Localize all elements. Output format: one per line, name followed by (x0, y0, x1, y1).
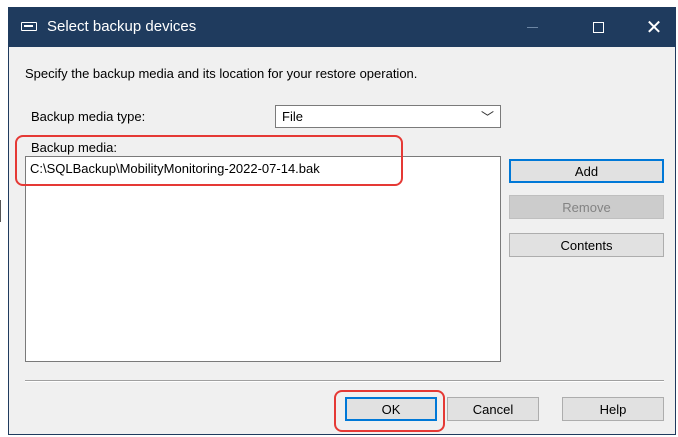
cancel-button[interactable]: Cancel (447, 397, 539, 421)
maximize-button[interactable] (575, 8, 621, 47)
add-button[interactable]: Add (509, 159, 664, 183)
chevron-down-icon: ﹀ (480, 110, 494, 125)
minimize-button[interactable] (509, 8, 555, 47)
contents-button[interactable]: Contents (509, 233, 664, 257)
footer-divider (25, 380, 664, 382)
close-button[interactable]: ✕ (631, 8, 677, 47)
minimize-icon (526, 27, 538, 28)
media-type-value: File (282, 109, 303, 124)
dialog-description: Specify the backup media and its locatio… (25, 66, 418, 81)
backup-media-list[interactable]: C:\SQLBackup\MobilityMonitoring-2022-07-… (25, 156, 501, 362)
remove-button[interactable]: Remove (509, 195, 664, 219)
close-icon: ✕ (645, 16, 663, 39)
dialog-title: Select backup devices (47, 18, 197, 35)
media-type-label: Backup media type: (31, 109, 146, 124)
select-backup-devices-dialog: Select backup devices ✕ Specify the back… (8, 7, 676, 435)
maximize-icon (592, 22, 604, 33)
help-button[interactable]: Help (562, 397, 664, 421)
media-type-select[interactable]: File ﹀ (275, 105, 501, 128)
background-window-edge (0, 200, 4, 222)
backup-media-label: Backup media: (31, 140, 117, 155)
dialog-window-icon (21, 22, 37, 31)
list-item[interactable]: C:\SQLBackup\MobilityMonitoring-2022-07-… (30, 161, 320, 176)
ok-button[interactable]: OK (345, 397, 437, 421)
title-bar[interactable]: Select backup devices ✕ (9, 8, 675, 47)
